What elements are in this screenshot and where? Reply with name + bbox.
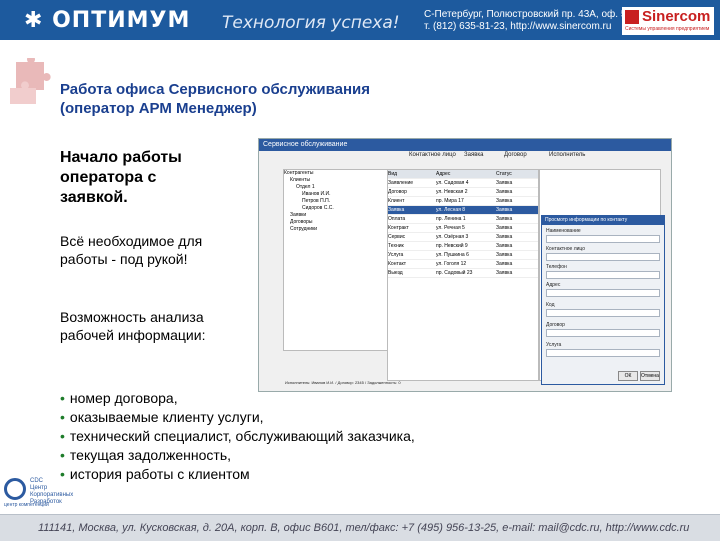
handy-line-2: работы - под рукой! xyxy=(60,251,188,267)
contract-field[interactable] xyxy=(546,329,660,337)
analysis-line-1: Возможность анализа xyxy=(60,309,204,325)
toolbar-item-request[interactable]: Заявка xyxy=(464,152,484,162)
slide-title: Работа офиса Сервисного обслуживания (оп… xyxy=(60,80,370,118)
field-label: Договор xyxy=(546,322,565,328)
toolbar-item-contract[interactable]: Договор xyxy=(504,152,527,162)
toolbar-item-executor[interactable]: Исполнитель xyxy=(549,152,585,162)
logo-text: ОПТИМУМ xyxy=(52,8,191,33)
contact-dialog: Просмотр информации по контакту Наименов… xyxy=(541,215,665,385)
list-item: • технический специалист, обслуживающий з… xyxy=(60,428,415,444)
tree-node[interactable]: Заявки xyxy=(284,212,388,219)
app-screenshot: Сервисное обслуживание Контактное лицо З… xyxy=(258,138,672,392)
analysis-block: Возможность анализа рабочей информации: xyxy=(60,308,250,344)
contact-field[interactable] xyxy=(546,253,660,261)
puzzle-icon xyxy=(10,58,51,104)
partner-address: С-Петербург, Полюстровский пр. 43А, оф. … xyxy=(424,9,638,33)
table-row-selected[interactable]: Заявка ул. Лесная 8 Заявка xyxy=(388,206,538,215)
field-label: Адрес xyxy=(546,282,561,288)
list-item: • оказываемые клиенту услуги, xyxy=(60,409,264,425)
intro-line-3: заявкой. xyxy=(60,189,128,206)
table-row[interactable]: Контакт ул. Гоголя 12 Заявка xyxy=(388,260,538,269)
dialog-title: Просмотр информации по контакту xyxy=(542,216,664,225)
table-row[interactable]: Оплата пр. Ленина 1 Заявка xyxy=(388,215,538,224)
name-field[interactable] xyxy=(546,235,660,243)
address-line-1: С-Петербург, Полюстровский пр. 43А, оф. … xyxy=(424,9,638,20)
toolbar-item-contact[interactable]: Контактное лицо xyxy=(409,152,456,162)
field-label: Услуга xyxy=(546,342,562,348)
tree-node[interactable]: Клиенты xyxy=(284,177,388,184)
col-header[interactable]: Адрес xyxy=(436,170,496,178)
code-field[interactable] xyxy=(546,309,660,317)
table-header: Вид Адрес Статус xyxy=(388,170,538,179)
col-header[interactable]: Статус xyxy=(496,170,536,178)
field-label: Код xyxy=(546,302,555,308)
bullet-icon: • xyxy=(60,390,65,406)
cdc-ring-icon xyxy=(4,478,26,500)
table-row[interactable]: Выезд пр. Садовый 23 Заявка xyxy=(388,269,538,278)
field-label: Телефон xyxy=(546,264,567,270)
tree-node[interactable]: Сотрудники xyxy=(284,226,388,233)
bullet-icon: • xyxy=(60,409,65,425)
navigation-tree[interactable]: Контрагенты Клиенты Отдел 1 Иванов И.И. … xyxy=(283,169,389,351)
table-row[interactable]: Контракт ул. Речная 5 Заявка xyxy=(388,224,538,233)
tree-node[interactable]: Контрагенты xyxy=(284,170,388,177)
service-field[interactable] xyxy=(546,349,660,357)
analysis-line-2: рабочей информации: xyxy=(60,327,206,343)
cdc-logo: CDC Центр Корпоративных Разработок центр… xyxy=(4,478,73,512)
tree-node[interactable]: Иванов И.И. xyxy=(284,191,388,198)
tree-node[interactable]: Петров П.П. xyxy=(284,198,388,205)
list-item: • история работы с клиентом xyxy=(60,466,250,482)
sinercom-name: Sinercom xyxy=(642,8,711,25)
handy-line-1: Всё необходимое для xyxy=(60,233,203,249)
tree-node[interactable]: Договоры xyxy=(284,219,388,226)
address-field[interactable] xyxy=(546,289,660,297)
col-header[interactable]: Вид xyxy=(388,170,436,178)
table-row[interactable]: Договор ул. Невская 2 Заявка xyxy=(388,188,538,197)
handy-block: Всё необходимое для работы - под рукой! xyxy=(60,232,250,268)
slide-title-line-1: Работа офиса Сервисного обслуживания xyxy=(60,81,371,98)
field-label: Контактное лицо xyxy=(546,246,586,252)
records-table: Вид Адрес Статус Заявление ул. Садовая 4 Зая… xyxy=(387,169,539,381)
address-line-2: т. (812) 635-81-23, http://www.sinercom.… xyxy=(424,21,612,32)
table-row[interactable]: Клиент пр. Мира 17 Заявка xyxy=(388,197,538,206)
intro-line-1: Начало работы xyxy=(60,149,182,166)
bullet-icon: • xyxy=(60,447,65,463)
slogan: Технология успеха! xyxy=(222,13,400,33)
footer-contacts: 111141, Москва, ул. Кусковская, д. 20А, … xyxy=(38,522,690,534)
table-row[interactable]: Сервис ул. Озёрная 3 Заявка xyxy=(388,233,538,242)
table-row[interactable]: Техник пр. Невский 9 Заявка xyxy=(388,242,538,251)
phone-field[interactable] xyxy=(546,271,660,279)
field-label: Наименование xyxy=(546,228,581,234)
slide-title-line-2: (оператор АРМ Менеджер) xyxy=(60,100,257,117)
cdc-tagline: центр компетенций xyxy=(4,502,49,508)
intro-line-2: оператора с xyxy=(60,169,157,186)
optimum-logo: ✱ ОПТИМУМ xyxy=(24,8,191,33)
footer-bar: 111141, Москва, ул. Кусковская, д. 20А, … xyxy=(0,514,720,541)
table-row[interactable]: Заявление ул. Садовая 4 Заявка xyxy=(388,179,538,188)
tree-node[interactable]: Отдел 1 xyxy=(284,184,388,191)
app-window-title: Сервисное обслуживание xyxy=(259,139,671,151)
intro-block: Начало работы оператора с заявкой. xyxy=(60,148,240,208)
sinercom-icon xyxy=(625,10,639,24)
list-item: • текущая задолженность, xyxy=(60,447,232,463)
sinercom-logo: Sinercom Системы управления предприятием xyxy=(622,7,714,35)
status-bar: Исполнитель: Иванов И.И. / Договор: 2345… xyxy=(285,380,401,385)
bullet-icon: • xyxy=(60,428,65,444)
tree-node[interactable]: Сидоров С.С. xyxy=(284,205,388,212)
table-row[interactable]: Услуга ул. Пушкина 6 Заявка xyxy=(388,251,538,260)
sinercom-tagline: Системы управления предприятием xyxy=(625,26,710,32)
feature-list: • номер договора, • оказываемые клиенту ус… xyxy=(60,389,415,484)
top-banner: ✱ ОПТИМУМ Технология успеха! С-Петербург… xyxy=(0,0,720,40)
